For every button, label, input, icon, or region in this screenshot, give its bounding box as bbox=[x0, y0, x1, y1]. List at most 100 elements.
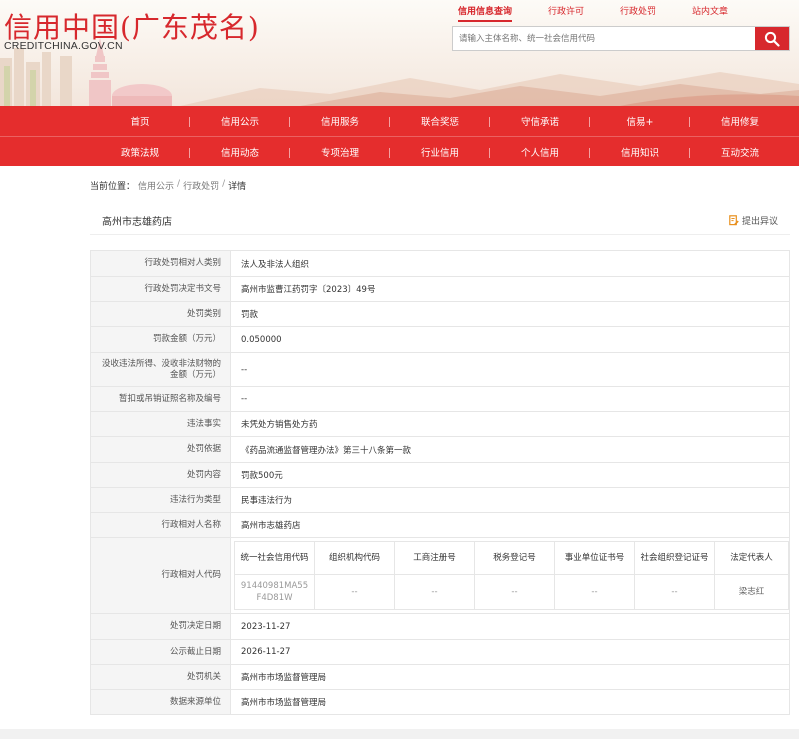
table-row: 违法事实 未凭处方销售处方药 bbox=[90, 411, 790, 437]
field-label: 没收违法所得、没收非法财物的金额（万元） bbox=[90, 352, 231, 387]
code-header: 社会组织登记证号 bbox=[634, 541, 715, 575]
top-nav-credit-query[interactable]: 信用信息查询 bbox=[440, 4, 530, 22]
top-nav-admin-license[interactable]: 行政许可 bbox=[530, 4, 602, 17]
code-value: -- bbox=[474, 574, 555, 610]
table-row: 罚款金额（万元） 0.050000 bbox=[90, 326, 790, 353]
footer-bar bbox=[0, 729, 799, 739]
main-nav-row-1: 首页 信用公示 信用服务 联合奖惩 守信承诺 信易+ 信用修复 bbox=[0, 106, 799, 136]
nav-credit-knowledge[interactable]: 信用知识 bbox=[590, 145, 690, 159]
table-row: 行政处罚决定书文号 高州市监曹江药罚字〔2023〕49号 bbox=[90, 276, 790, 302]
breadcrumb-current: 详情 bbox=[228, 182, 247, 192]
breadcrumb-credit-publicity[interactable]: 信用公示 bbox=[138, 179, 174, 192]
search-button[interactable] bbox=[755, 27, 789, 50]
nav-credit-service[interactable]: 信用服务 bbox=[290, 114, 390, 128]
table-row: 违法行为类型 民事违法行为 bbox=[90, 487, 790, 513]
nav-credit-publicity[interactable]: 信用公示 bbox=[190, 114, 290, 128]
nav-special-governance[interactable]: 专项治理 bbox=[290, 145, 390, 159]
field-value: 高州市志雄药店 bbox=[230, 512, 790, 538]
table-row: 行政处罚相对人类别 法人及非法人组织 bbox=[90, 250, 790, 277]
table-row: 数据来源单位 高州市市场监督管理局 bbox=[90, 689, 790, 715]
field-label: 处罚内容 bbox=[90, 462, 231, 488]
search-box bbox=[452, 26, 790, 51]
code-value: 91440981MA55F4D81W bbox=[234, 574, 315, 610]
code-value: -- bbox=[554, 574, 635, 610]
table-row: 没收违法所得、没收非法财物的金额（万元） -- bbox=[90, 352, 790, 387]
table-row: 行政相对人代码 统一社会信用代码 组织机构代码 工商注册号 税务登记号 事业单位… bbox=[90, 537, 790, 614]
code-value: -- bbox=[634, 574, 715, 610]
entity-code-table: 统一社会信用代码 组织机构代码 工商注册号 税务登记号 事业单位证书号 社会组织… bbox=[234, 541, 789, 610]
field-label: 处罚依据 bbox=[90, 436, 231, 463]
field-label: 行政相对人代码 bbox=[90, 537, 231, 614]
nav-industry-credit[interactable]: 行业信用 bbox=[390, 145, 490, 159]
nav-credit-commitment[interactable]: 守信承诺 bbox=[490, 114, 590, 128]
main-nav: 首页 信用公示 信用服务 联合奖惩 守信承诺 信易+ 信用修复 政策法规 信用动… bbox=[0, 106, 799, 166]
edit-document-icon bbox=[729, 215, 739, 226]
top-nav-admin-penalty[interactable]: 行政处罚 bbox=[602, 4, 674, 17]
table-row: 暂扣或吊销证照名称及编号 -- bbox=[90, 386, 790, 412]
table-row: 处罚决定日期 2023-11-27 bbox=[90, 613, 790, 640]
field-label: 行政处罚决定书文号 bbox=[90, 276, 231, 302]
breadcrumb-admin-penalty[interactable]: 行政处罚 bbox=[183, 179, 219, 192]
code-header: 法定代表人 bbox=[714, 541, 789, 575]
nav-home[interactable]: 首页 bbox=[90, 114, 190, 128]
site-logo-domain: CREDITCHINA.GOV.CN bbox=[4, 40, 123, 52]
field-value: -- bbox=[230, 386, 790, 412]
field-label: 行政相对人名称 bbox=[90, 512, 231, 538]
field-value: 罚款500元 bbox=[230, 462, 790, 488]
detail-title-bar: 高州市志雄药店 提出异议 bbox=[90, 207, 790, 235]
main-nav-row-2: 政策法规 信用动态 专项治理 行业信用 个人信用 信用知识 互动交流 bbox=[0, 136, 799, 166]
field-value: 民事违法行为 bbox=[230, 487, 790, 513]
field-label: 处罚决定日期 bbox=[90, 613, 231, 640]
breadcrumb-prefix: 当前位置： bbox=[90, 182, 136, 192]
field-value: 《药品流通监督管理办法》第三十八条第一款 bbox=[230, 436, 790, 463]
field-label: 违法行为类型 bbox=[90, 487, 231, 513]
code-value-row: 91440981MA55F4D81W -- -- -- -- -- 梁志红 bbox=[234, 574, 789, 610]
field-label: 数据来源单位 bbox=[90, 689, 231, 715]
nav-personal-credit[interactable]: 个人信用 bbox=[490, 145, 590, 159]
code-header: 事业单位证书号 bbox=[554, 541, 635, 575]
code-value: -- bbox=[314, 574, 395, 610]
field-value: 法人及非法人组织 bbox=[230, 250, 790, 277]
nav-credit-news[interactable]: 信用动态 bbox=[190, 145, 290, 159]
code-header: 工商注册号 bbox=[394, 541, 475, 575]
penalty-detail-table: 行政处罚相对人类别 法人及非法人组织 行政处罚决定书文号 高州市监曹江药罚字〔2… bbox=[90, 250, 790, 715]
field-value: 罚款 bbox=[230, 301, 790, 327]
page-title: 高州市志雄药店 bbox=[102, 217, 172, 228]
field-label: 违法事实 bbox=[90, 411, 231, 437]
field-value: 未凭处方销售处方药 bbox=[230, 411, 790, 437]
site-header: 信用中国(广东茂名) CREDITCHINA.GOV.CN 信用信息查询 行政许… bbox=[0, 0, 799, 106]
search-icon bbox=[764, 31, 780, 47]
table-row: 处罚内容 罚款500元 bbox=[90, 462, 790, 488]
field-value: -- bbox=[230, 352, 790, 387]
field-value: 高州市监曹江药罚字〔2023〕49号 bbox=[230, 276, 790, 302]
code-cell: 统一社会信用代码 组织机构代码 工商注册号 税务登记号 事业单位证书号 社会组织… bbox=[230, 537, 790, 614]
field-value: 高州市市场监督管理局 bbox=[230, 689, 790, 715]
breadcrumb-separator: / bbox=[177, 179, 181, 189]
table-row: 处罚依据 《药品流通监督管理办法》第三十八条第一款 bbox=[90, 436, 790, 463]
objection-button[interactable]: 提出异议 bbox=[729, 214, 778, 227]
nav-interaction[interactable]: 互动交流 bbox=[690, 145, 790, 159]
nav-credit-repair[interactable]: 信用修复 bbox=[690, 114, 790, 128]
table-row: 处罚机关 高州市市场监督管理局 bbox=[90, 664, 790, 690]
nav-joint-reward-punish[interactable]: 联合奖惩 bbox=[390, 114, 490, 128]
nav-credit-plus[interactable]: 信易+ bbox=[590, 114, 690, 128]
nav-policy[interactable]: 政策法规 bbox=[90, 145, 190, 159]
code-header: 税务登记号 bbox=[474, 541, 555, 575]
top-nav-site-articles[interactable]: 站内文章 bbox=[674, 4, 746, 17]
code-header: 组织机构代码 bbox=[314, 541, 395, 575]
code-value: -- bbox=[394, 574, 475, 610]
breadcrumb: 当前位置： 信用公示 / 行政处罚 / 详情 bbox=[90, 179, 246, 192]
field-label: 处罚类别 bbox=[90, 301, 231, 327]
code-value: 梁志红 bbox=[714, 574, 789, 610]
field-label: 罚款金额（万元） bbox=[90, 326, 231, 353]
objection-label: 提出异议 bbox=[741, 217, 778, 227]
code-header: 统一社会信用代码 bbox=[234, 541, 315, 575]
field-value: 2023-11-27 bbox=[230, 613, 790, 640]
top-nav: 信用信息查询 行政许可 行政处罚 站内文章 bbox=[440, 4, 746, 22]
field-label: 暂扣或吊销证照名称及编号 bbox=[90, 386, 231, 412]
code-header-row: 统一社会信用代码 组织机构代码 工商注册号 税务登记号 事业单位证书号 社会组织… bbox=[234, 541, 789, 575]
field-label: 公示截止日期 bbox=[90, 639, 231, 665]
search-input[interactable] bbox=[453, 27, 755, 50]
field-value: 0.050000 bbox=[230, 326, 790, 353]
table-row: 行政相对人名称 高州市志雄药店 bbox=[90, 512, 790, 538]
